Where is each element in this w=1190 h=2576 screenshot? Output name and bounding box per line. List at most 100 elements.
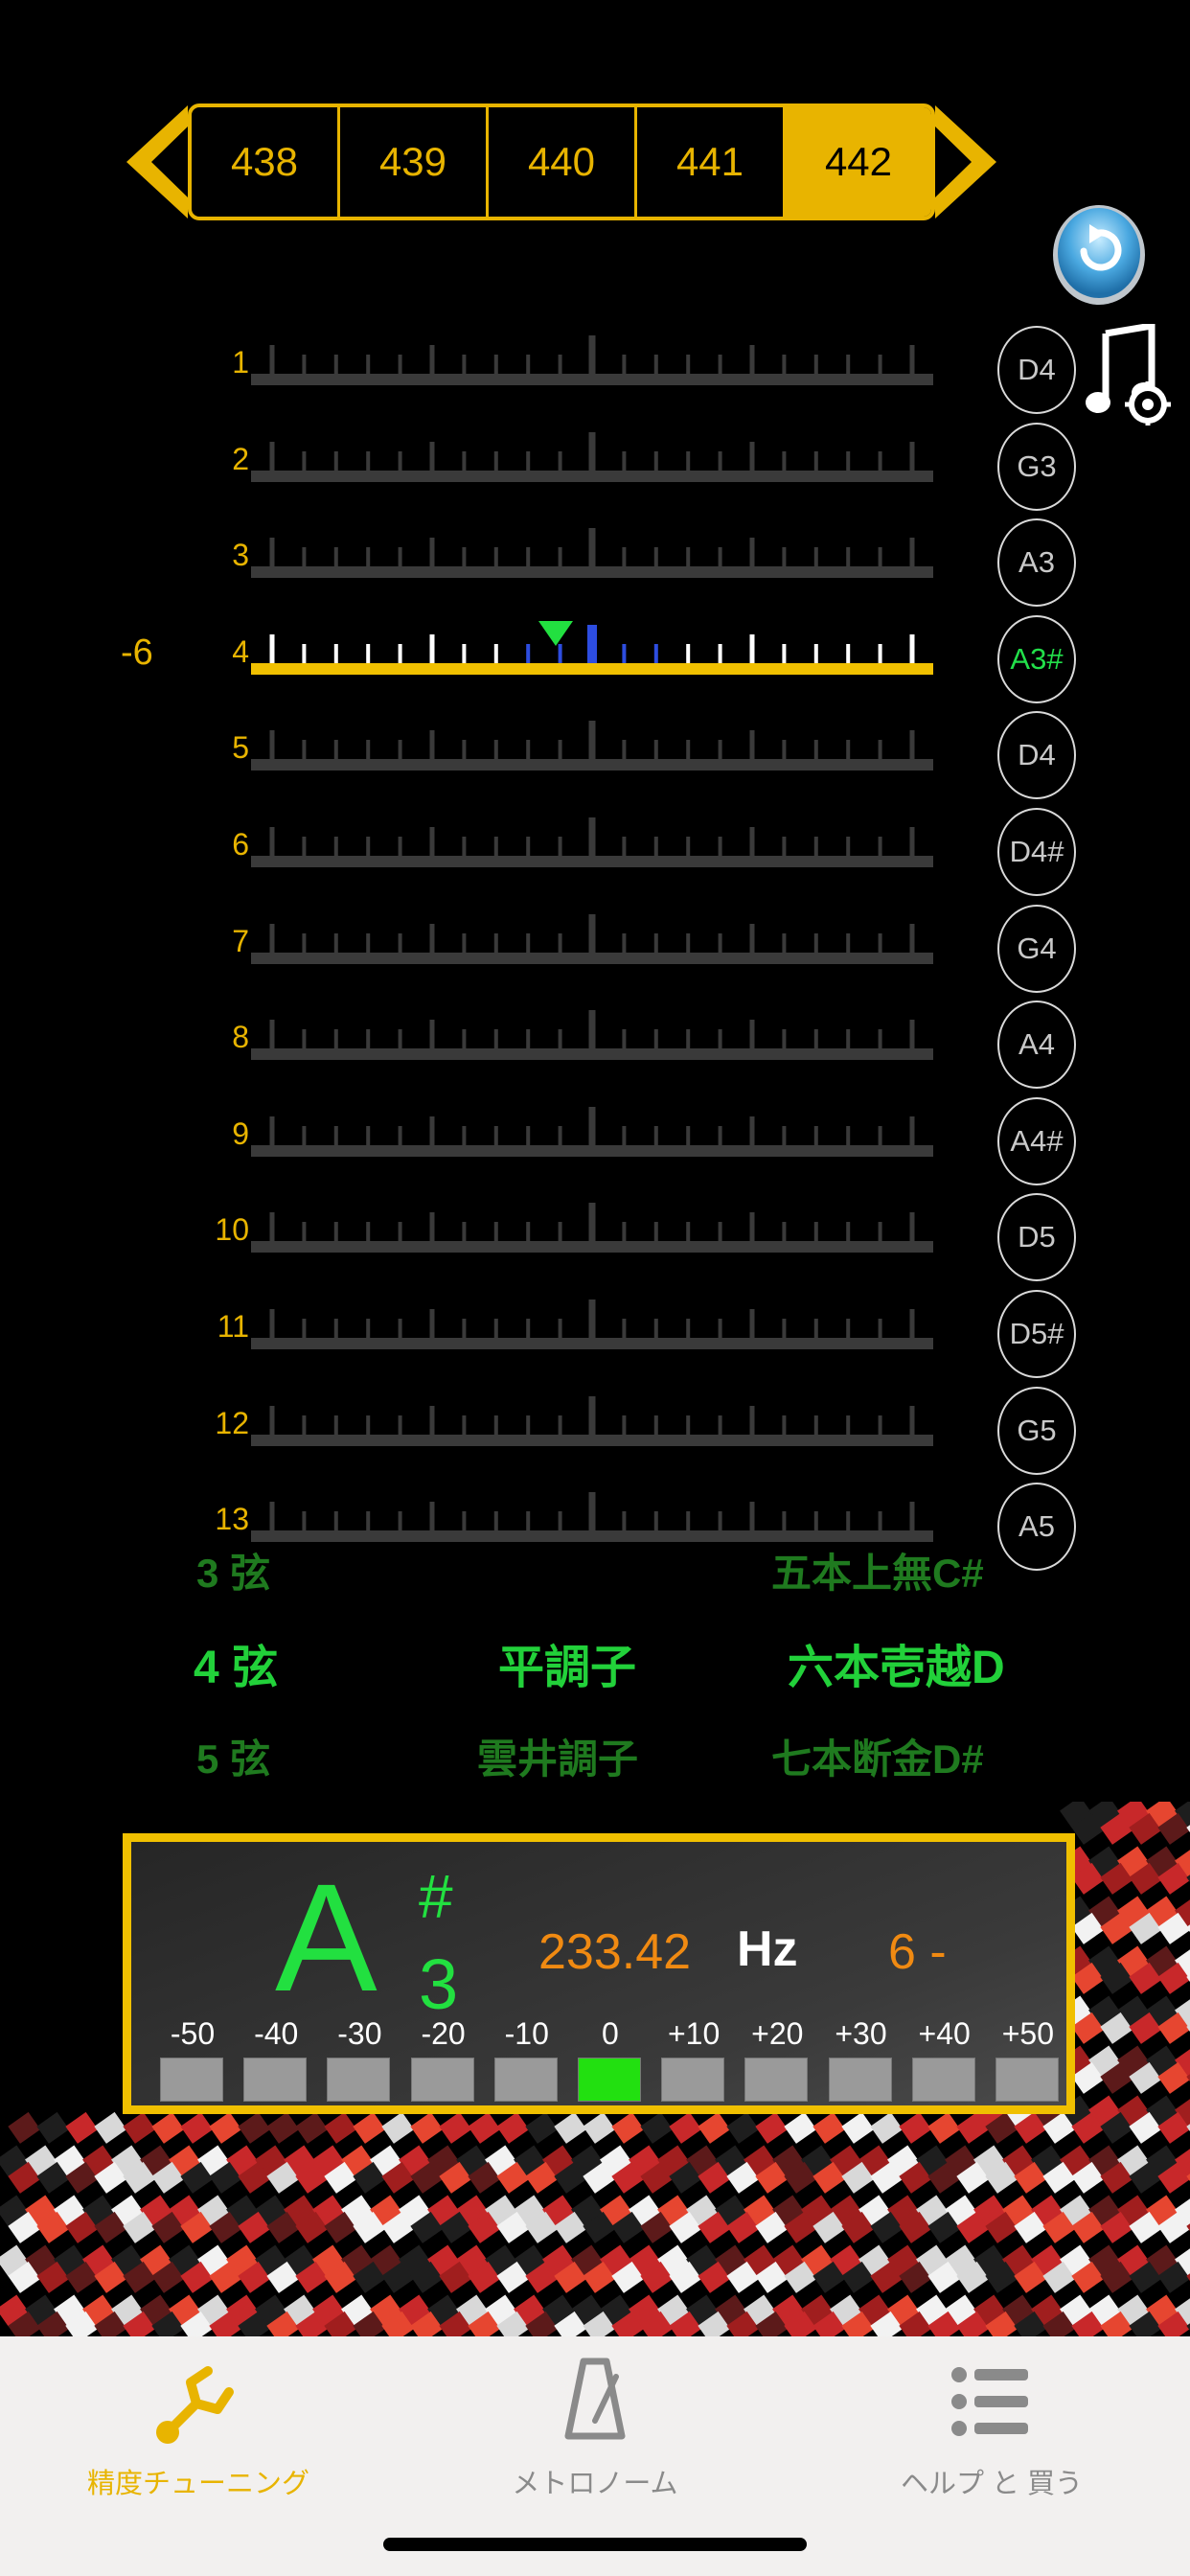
metronome-icon (564, 2358, 626, 2440)
cent-box (995, 2058, 1059, 2102)
cent-label: +30 (835, 2016, 887, 2051)
prev-arrow-icon[interactable] (125, 104, 192, 220)
string-scale (251, 721, 933, 771)
cent-label: +40 (918, 2016, 971, 2051)
string-number: 4 (232, 633, 249, 669)
tab-label-help: ヘルプ と 買う (900, 2469, 1084, 2499)
cent-box (327, 2058, 391, 2102)
next-arrow-icon[interactable] (931, 104, 998, 220)
cent-step: +40 (911, 2016, 977, 2102)
freq-option-439[interactable]: 439 (340, 107, 489, 217)
picker-prev-string: 3 弦 (196, 1551, 271, 1596)
cent-step: 0 (577, 2016, 643, 2102)
freq-option-440[interactable]: 440 (489, 107, 637, 217)
cent-box (911, 2058, 975, 2102)
tab-label-tuning: 精度チューニング (86, 2469, 309, 2499)
cent-box (410, 2058, 474, 2102)
picker-row-next[interactable]: 5 弦 雲井調子 七本断金D# (0, 1727, 1190, 1804)
string-row: 1 D4 (0, 314, 1190, 414)
cent-label: -50 (170, 2016, 216, 2051)
tab-help[interactable]: ヘルプ と 買う (793, 2354, 1190, 2517)
picker-next-mode: 雲井調子 (477, 1736, 639, 1782)
cent-step: -10 (493, 2016, 560, 2102)
cent-label: +20 (751, 2016, 804, 2051)
cent-step: +20 (744, 2016, 810, 2102)
string-scale (251, 1203, 933, 1254)
frequency-unit: Hz (737, 1921, 798, 1977)
string-note-button[interactable]: A3 (997, 518, 1076, 608)
string-number: 3 (232, 538, 249, 573)
string-scale (251, 1106, 933, 1157)
tuning-readout-panel: A # 3 233.42 Hz 6 - -50 -40 -30 -20 -10 0 +10 +… (123, 1833, 1075, 2114)
string-scale (251, 620, 933, 675)
cent-label: -40 (254, 2016, 299, 2051)
string-number: 13 (215, 1502, 249, 1537)
cent-label: -20 (421, 2016, 466, 2051)
cent-box (160, 2058, 223, 2102)
string-number: 8 (232, 1020, 249, 1055)
freq-option-442[interactable]: 442 (786, 107, 931, 217)
cent-step: -50 (160, 2016, 225, 2102)
picker-row-current[interactable]: 4 弦 平調子 六本壱越D (0, 1629, 1190, 1706)
string-note-button[interactable]: G3 (997, 422, 1076, 511)
string-note-button[interactable]: G5 (997, 1386, 1076, 1475)
tab-metronome[interactable]: メトロノーム (397, 2354, 793, 2517)
frequency-options: 438 439 440 441 442 (188, 104, 935, 220)
picker-next-tuning: 七本断金D# (771, 1736, 984, 1782)
reset-icon[interactable] (1051, 196, 1147, 307)
pitch-indicator (538, 620, 573, 646)
string-note-button[interactable]: G4 (997, 904, 1076, 993)
picker-current-tuning: 六本壱越D (788, 1643, 1005, 1693)
string-row: 5 D4 (0, 700, 1190, 800)
string-note-button[interactable]: D4 (997, 326, 1076, 414)
cent-step: +30 (828, 2016, 894, 2102)
string-row: 12 G5 (0, 1375, 1190, 1475)
string-scale (251, 1300, 933, 1349)
cent-label: -10 (504, 2016, 549, 2051)
cent-box (661, 2058, 725, 2102)
string-note-button[interactable]: D5 (997, 1193, 1076, 1282)
tab-label-metronome: メトロノーム (512, 2469, 678, 2499)
string-note-button[interactable]: D5# (997, 1290, 1076, 1378)
cent-step: +50 (995, 2016, 1061, 2102)
cent-deviation: 6 - (888, 1924, 947, 1980)
cent-label: 0 (602, 2016, 619, 2051)
cent-box (493, 2058, 558, 2102)
string-number: 5 (232, 730, 249, 766)
string-number: 10 (215, 1212, 249, 1248)
cent-meter: -50 -40 -30 -20 -10 0 +10 +20 +30 +40 +50 (160, 2016, 1061, 2102)
string-note-button[interactable]: A3# (997, 614, 1076, 703)
freq-option-438[interactable]: 438 (192, 107, 340, 217)
string-row: 9 A4# (0, 1086, 1190, 1185)
tab-tuning[interactable]: 精度チューニング (0, 2354, 397, 2517)
string-scale (251, 1395, 933, 1446)
cent-step: -30 (327, 2016, 392, 2102)
string-row: 3 A3 (0, 507, 1190, 608)
string-row: 6 D4# (0, 796, 1190, 896)
cent-box (577, 2058, 641, 2102)
freq-option-441[interactable]: 441 (637, 107, 786, 217)
string-note-button[interactable]: A4# (997, 1096, 1076, 1185)
string-note-button[interactable]: A4 (997, 1000, 1076, 1090)
string-row: 7 G4 (0, 893, 1190, 993)
string-row: 2 G3 (0, 411, 1190, 511)
detected-note-sharp: # (419, 1862, 453, 1931)
string-number: 9 (232, 1116, 249, 1151)
cent-step: +10 (661, 2016, 726, 2102)
string-note-button[interactable]: D4 (997, 711, 1076, 800)
picker-row-prev[interactable]: 3 弦 五本上無C# (0, 1541, 1190, 1618)
string-number: 12 (215, 1405, 249, 1440)
home-indicator (383, 2538, 807, 2551)
string-picker[interactable]: 3 弦 五本上無C# 4 弦 平調子 六本壱越D 5 弦 雲井調子 七本断金D# (0, 1541, 1190, 1828)
string-number: 1 (232, 345, 249, 380)
string-note-button[interactable]: D4# (997, 808, 1076, 896)
picker-prev-tuning: 五本上無C# (771, 1551, 984, 1596)
string-scale (251, 817, 933, 867)
string-scale (251, 431, 933, 482)
string-offset: -6 (121, 632, 153, 673)
string-number: 6 (232, 827, 249, 862)
picker-next-string: 5 弦 (196, 1736, 271, 1782)
cent-label: -30 (337, 2016, 382, 2051)
detected-note: A (275, 1852, 378, 2023)
strings-list: 1 D4 2 G3 3 A3 -6 4 A3# 5 D4 6 D4# 7 G4 8 A4 9 A4# 10 D5 11 D5… (0, 314, 1190, 1572)
